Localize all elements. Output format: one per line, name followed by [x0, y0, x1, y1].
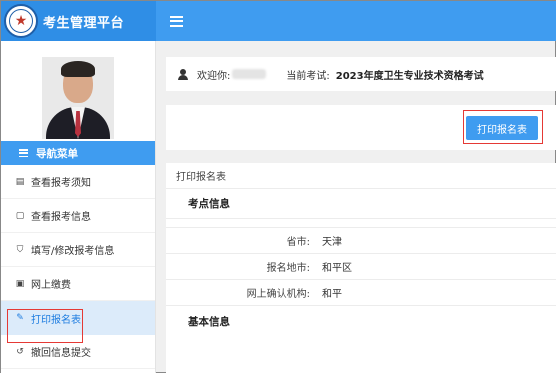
- sidebar-item-label: 打印报名表: [31, 314, 81, 326]
- notice-icon: ▤: [15, 176, 25, 187]
- field-row-province: 省市: 天津: [166, 228, 556, 254]
- sidebar-item-edit-info[interactable]: ⛉ 填写/修改报考信息: [1, 233, 155, 267]
- info-icon: ▢: [15, 210, 25, 221]
- redacted-username: [232, 69, 267, 79]
- sidebar: 导航菜单 ▤ 查看报考须知 ▢ 查看报考信息 ⛉ 填写/修改报考信息 ▣ 网上缴…: [1, 41, 156, 373]
- sidebar-item-label: 网上缴费: [31, 280, 71, 291]
- candidate-photo: [42, 57, 114, 139]
- sidebar-item-view-info[interactable]: ▢ 查看报考信息: [1, 199, 155, 233]
- platform-logo-icon: ★: [4, 4, 38, 38]
- exam-site-section-title: 考点信息: [166, 189, 556, 219]
- sidebar-item-label: 查看报考信息: [31, 212, 91, 223]
- menu-list-icon: [19, 149, 28, 157]
- welcome-bar: 欢迎你: 当前考试: 2023年度卫生专业技术资格考试: [166, 57, 556, 91]
- main-content: 欢迎你: 当前考试: 2023年度卫生专业技术资格考试 打印报名表 打印报名表 …: [156, 41, 556, 373]
- top-bar: ★ 考生管理平台: [1, 1, 556, 41]
- current-exam-name: 2023年度卫生专业技术资格考试: [335, 70, 484, 82]
- brand-area: ★ 考生管理平台: [1, 1, 156, 41]
- nav-menu-title: 导航菜单: [36, 147, 78, 160]
- print-form-button[interactable]: 打印报名表: [466, 116, 538, 140]
- app-title: 考生管理平台: [43, 15, 125, 31]
- field-value: 和平: [322, 289, 342, 300]
- undo-icon: ↺: [16, 346, 24, 357]
- field-value: 天津: [322, 237, 342, 248]
- shield-check-icon: ⛉: [16, 244, 24, 255]
- sidebar-item-print-form[interactable]: ✎ 打印报名表: [1, 301, 155, 335]
- current-exam-label: 当前考试:: [286, 70, 330, 82]
- sidebar-item-withdraw[interactable]: ↺ 撤回信息提交: [1, 335, 155, 369]
- field-label: 网上确认机构:: [246, 289, 310, 300]
- photo-area: [1, 41, 155, 141]
- field-value: 和平区: [322, 263, 352, 274]
- form-panel: 打印报名表 考点信息 省市: 天津 报名地市: 和平区 网上确认机构: 和平 基…: [166, 163, 556, 373]
- field-row-confirm-agency: 网上确认机构: 和平: [166, 280, 556, 306]
- print-form-icon: ✎: [16, 313, 24, 323]
- user-icon: [178, 68, 188, 80]
- sidebar-item-payment[interactable]: ▣ 网上缴费: [1, 267, 155, 301]
- sidebar-item-label: 填写/修改报考信息: [31, 246, 115, 257]
- sidebar-item-label: 查看报考须知: [31, 178, 91, 189]
- field-label: 省市:: [286, 237, 310, 248]
- panel-title: 打印报名表: [166, 163, 556, 189]
- sidebar-item-notice[interactable]: ▤ 查看报考须知: [1, 165, 155, 199]
- field-label: 报名地市:: [266, 263, 310, 274]
- basic-info-section-title: 基本信息: [188, 315, 230, 328]
- payment-icon: ▣: [15, 278, 25, 289]
- sidebar-item-label: 撤回信息提交: [31, 348, 91, 359]
- menu-toggle-icon[interactable]: [170, 15, 183, 27]
- field-row-city: 报名地市: 和平区: [166, 254, 556, 280]
- header-bar: [156, 1, 556, 41]
- action-bar: 打印报名表: [166, 105, 556, 150]
- divider: [166, 219, 556, 228]
- welcome-label: 欢迎你:: [197, 70, 231, 82]
- nav-menu-header: 导航菜单: [1, 141, 155, 165]
